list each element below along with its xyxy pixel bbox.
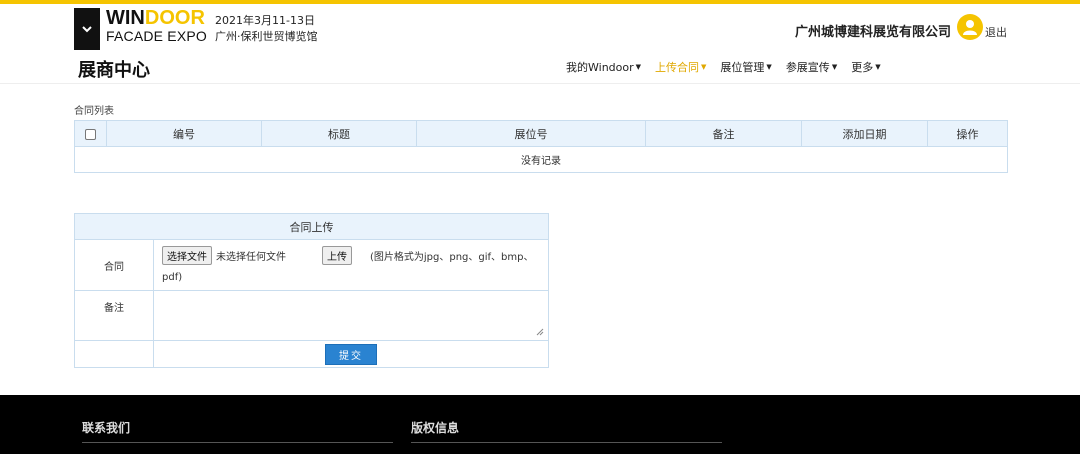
logout-link[interactable]: 退出 — [985, 24, 1007, 40]
format-hint-cont: pdf) — [162, 272, 183, 283]
nav-label: 参展宣传 — [785, 61, 830, 74]
logo[interactable]: WINDOOR FACADE EXPO — [106, 8, 207, 43]
nav-item-upload-contract[interactable]: 上传合同 ▼ — [655, 59, 706, 75]
caret-down-icon: ▼ — [635, 63, 642, 71]
upload-form-title: 合同上传 — [74, 213, 549, 240]
caret-down-icon: ▼ — [766, 63, 772, 71]
col-header-number[interactable]: 编号 — [106, 120, 262, 147]
contract-list-label: 合同列表 — [74, 106, 114, 117]
nav-bar: 展商中心 我的Windoor ▼ 上传合同 ▼ 展位管理 ▼ 参展宣传 ▼ 更多 ▼ — [0, 50, 1080, 84]
contract-upload-form: 合同上传 合同 选择文件 未选择任何文件 上传 (图片格式为jpg、png、gi… — [74, 213, 549, 368]
format-hint: (图片格式为jpg、png、gif、bmp、 — [370, 252, 534, 263]
select-all-cell — [74, 120, 107, 147]
nav-item-booth-management[interactable]: 展位管理 ▼ — [720, 59, 771, 75]
avatar[interactable] — [957, 14, 983, 40]
choose-file-button[interactable]: 选择文件 — [162, 246, 212, 265]
menu-chevron-button[interactable] — [74, 8, 100, 50]
col-header-remark[interactable]: 备注 — [645, 120, 802, 147]
nav-item-my-windoor[interactable]: 我的Windoor ▼ — [566, 59, 641, 75]
nav-label: 更多 — [851, 61, 874, 74]
logo-facade: FACADE EXPO — [106, 28, 208, 44]
contract-label: 合同 — [74, 239, 154, 291]
remark-label: 备注 — [74, 290, 154, 341]
expo-date: 2021年3月11-13日 — [215, 14, 315, 27]
col-header-booth[interactable]: 展位号 — [416, 120, 646, 147]
page-title: 展商中心 — [78, 60, 150, 81]
nav-menu: 我的Windoor ▼ 上传合同 ▼ 展位管理 ▼ 参展宣传 ▼ 更多 ▼ — [566, 59, 895, 75]
table-row: 没有记录 — [74, 146, 1008, 173]
submit-button[interactable]: 提交 — [325, 343, 377, 365]
nav-item-promotion[interactable]: 参展宣传 ▼ — [786, 59, 837, 75]
header: WINDOOR FACADE EXPO 2021年3月11-13日 广州·保利世… — [0, 4, 1080, 50]
empty-label-cell — [74, 340, 154, 368]
nav-label: 展位管理 — [720, 61, 765, 74]
caret-down-icon: ▼ — [831, 63, 838, 71]
file-row: 选择文件 未选择任何文件 上传 (图片格式为jpg、png、gif、bmp、 p… — [154, 240, 548, 290]
footer-contact: 联系我们 — [82, 419, 393, 443]
chevron-down-icon — [82, 26, 92, 33]
no-file-text: 未选择任何文件 — [216, 252, 286, 263]
logo-door: DOOR — [144, 7, 205, 29]
expo-venue: 广州·保利世贸博览馆 — [215, 30, 318, 43]
table-header-row: 编号 标题 展位号 备注 添加日期 操作 — [74, 120, 1008, 147]
col-header-actions: 操作 — [927, 120, 1008, 147]
upload-button[interactable]: 上传 — [322, 246, 352, 265]
nav-label: 上传合同 — [655, 61, 700, 74]
footer: 联系我们 版权信息 — [0, 395, 1080, 454]
user-icon — [963, 20, 977, 35]
resize-handle-icon[interactable] — [536, 328, 544, 336]
nav-label: 我的Windoor — [566, 61, 634, 74]
nav-item-more[interactable]: 更多 ▼ — [851, 59, 880, 75]
contract-table: 编号 标题 展位号 备注 添加日期 操作 没有记录 — [74, 120, 1008, 173]
remark-textarea[interactable] — [154, 291, 548, 340]
empty-message: 没有记录 — [74, 146, 1008, 173]
submit-cell: 提交 — [153, 340, 549, 368]
company-name: 广州城博建科展览有限公司 — [795, 25, 952, 40]
footer-copyright: 版权信息 — [411, 419, 722, 443]
col-header-title[interactable]: 标题 — [261, 120, 417, 147]
caret-down-icon: ▼ — [875, 63, 881, 71]
logo-win: WIN — [106, 7, 145, 29]
select-all-checkbox[interactable] — [85, 128, 96, 140]
col-header-date[interactable]: 添加日期 — [801, 120, 928, 147]
caret-down-icon: ▼ — [701, 63, 707, 71]
